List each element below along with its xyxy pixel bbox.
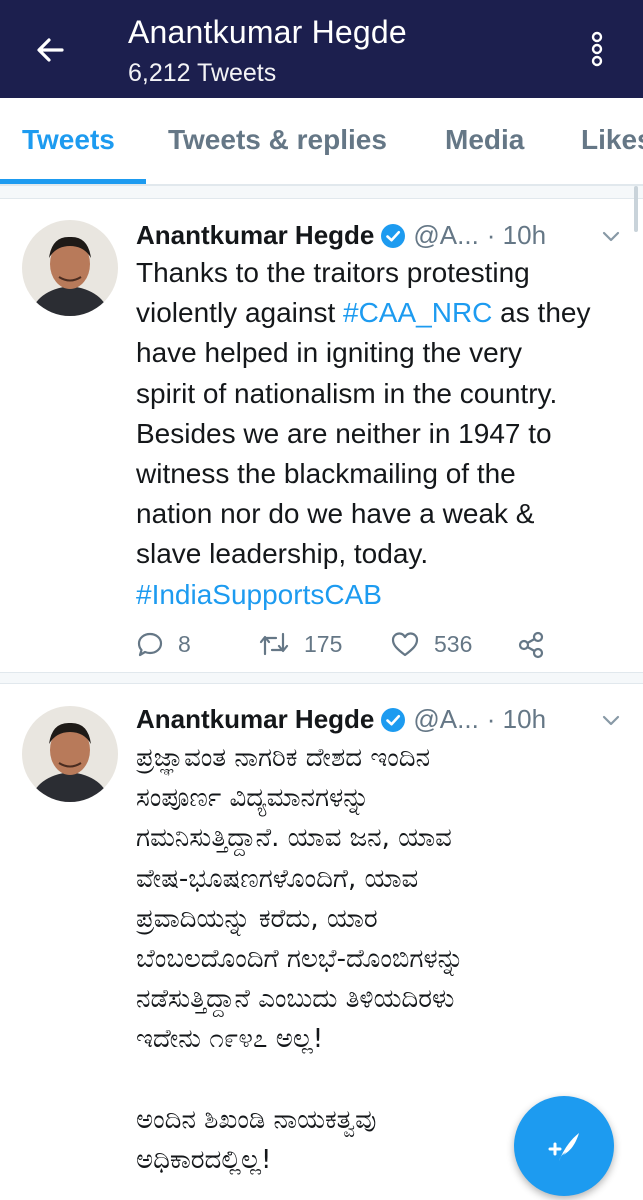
tab-media[interactable]: Media [445, 124, 524, 156]
avatar[interactable] [22, 706, 118, 802]
tweet-text-line: witness the blackmailing of the [136, 454, 616, 494]
text-segment: have helped in igniting the very [136, 337, 523, 369]
tweet[interactable]: Anantkumar Hegde @A... · 10h Thanks to t… [0, 200, 643, 670]
text-segment: nation nor do we have a weak & [136, 498, 535, 530]
tweet-text-line: ಪ್ರವಾದಿಯನ್ನು ಕರೆದು, ಯಾರ [136, 903, 378, 934]
verified-badge-icon [381, 223, 406, 248]
compose-feather-icon [548, 1133, 579, 1161]
reply-icon [137, 632, 163, 657]
tweet-text-line: ಬೆಂಬಲದೊಂದಿಗೆ ಗಲಭೆ-ದೊಂಬಿಗಳನ್ನು [136, 944, 464, 975]
tweet-text-line: ಇದೇನು ೧೯೪೭ ಅಲ್ಲ! [136, 1024, 324, 1055]
more-options-button[interactable] [582, 24, 612, 74]
hashtag-link[interactable]: #IndiaSupportsCAB [136, 579, 382, 610]
reply-count: 8 [178, 630, 191, 657]
tweet-text-line: ಗಮನಿಸುತ್ತಿದ್ದಾನೆ. ಯಾವ ಜನ, ಯಾವ [136, 823, 452, 854]
like-button[interactable]: 536 [390, 630, 472, 658]
text-segment: spirit of nationalism in the country. [136, 377, 558, 409]
tab-likes[interactable]: Likes [581, 124, 643, 156]
text-segment: violently against [136, 297, 344, 329]
verified-badge-icon [381, 707, 406, 732]
tweet-time[interactable]: · 10h [487, 704, 546, 735]
tweet-count: 6,212 Tweets [128, 59, 277, 87]
heart-icon [391, 632, 419, 657]
tweet-text-line: #IndiaSupportsCAB [136, 575, 616, 615]
hashtag-link[interactable]: #CAA_NRC [343, 297, 492, 328]
profile-name: Anantkumar Hegde [128, 14, 407, 50]
avatar[interactable] [22, 220, 118, 316]
tweet-text-line: have helped in igniting the very [136, 333, 616, 373]
author-handle[interactable]: @A... [413, 704, 478, 735]
reply-button[interactable]: 8 [136, 630, 191, 658]
compose-tweet-button[interactable] [514, 1096, 614, 1196]
divider [0, 672, 643, 684]
tweet-text-line: Thanks to the traitors protesting [136, 253, 616, 293]
text-segment: as they [492, 297, 591, 329]
retweet-count: 175 [304, 630, 343, 657]
tweet-text-line: slave leadership, today. [136, 534, 616, 574]
tweet-text-line: violently against #CAA_NRC as they [136, 293, 616, 333]
like-count: 536 [434, 630, 473, 657]
text-segment: slave leadership, today. [136, 538, 429, 570]
tweet-time[interactable]: · 10h [487, 220, 546, 251]
retweet-icon [259, 632, 289, 656]
tweet-text-line: Besides we are neither in 1947 to [136, 414, 616, 454]
tweet-text-line: nation nor do we have a weak & [136, 494, 616, 534]
author-name[interactable]: Anantkumar Hegde [136, 220, 374, 251]
active-tab-indicator [0, 179, 146, 184]
text-segment: Thanks to the traitors protesting [136, 257, 530, 288]
chevron-down-icon[interactable] [596, 706, 626, 736]
tab-tweets[interactable]: Tweets [22, 124, 115, 156]
tweet-header: Anantkumar Hegde @A... · 10h [136, 220, 546, 251]
tweet-actions: 8 175 536 [136, 630, 616, 670]
share-icon [518, 631, 544, 659]
divider [0, 185, 643, 199]
retweet-button[interactable]: 175 [258, 630, 342, 658]
author-handle[interactable]: @A... [413, 220, 478, 251]
tweet-text-line: ಸಂಪೂರ್ಣ ವಿದ್ಯಮಾನಗಳನ್ನು [136, 783, 370, 814]
text-segment: witness the blackmailing of the [136, 458, 516, 490]
tweet-text-line: ಪ್ರಜ್ಞಾವಂತ ನಾಗರಿಕ ದೇಶದ ಇಂದಿನ [136, 743, 431, 773]
profile-header: Anantkumar Hegde 6,212 Tweets [0, 0, 643, 98]
share-button[interactable] [516, 630, 560, 660]
tweet-text-line: ವೇಷ-ಭೂಷಣಗಳೊಂದಿಗೆ, ಯಾವ [136, 863, 419, 894]
tab-tweets-and-replies[interactable]: Tweets & replies [168, 124, 387, 156]
arrow-left-icon [37, 38, 64, 62]
tweet-text-line [136, 1060, 616, 1100]
tweet-header: Anantkumar Hegde @A... · 10h [136, 704, 546, 735]
tweet-text-line: spirit of nationalism in the country. [136, 374, 616, 414]
back-button[interactable] [26, 26, 74, 74]
tweet-text: Thanks to the traitors protesting violen… [136, 253, 616, 615]
vertical-dots-icon [591, 31, 603, 67]
tweet-text-line: ನಡೆಸುತ್ತಿದ್ದಾನೆ ಎಂಬುದು ತಿಳಿಯದಿರಳು [136, 984, 455, 1015]
chevron-down-icon[interactable] [596, 222, 626, 252]
text-segment: Besides we are neither in 1947 to [136, 417, 552, 449]
profile-tabs: Tweets Tweets & replies Media Likes [0, 98, 643, 185]
author-name[interactable]: Anantkumar Hegde [136, 704, 374, 735]
